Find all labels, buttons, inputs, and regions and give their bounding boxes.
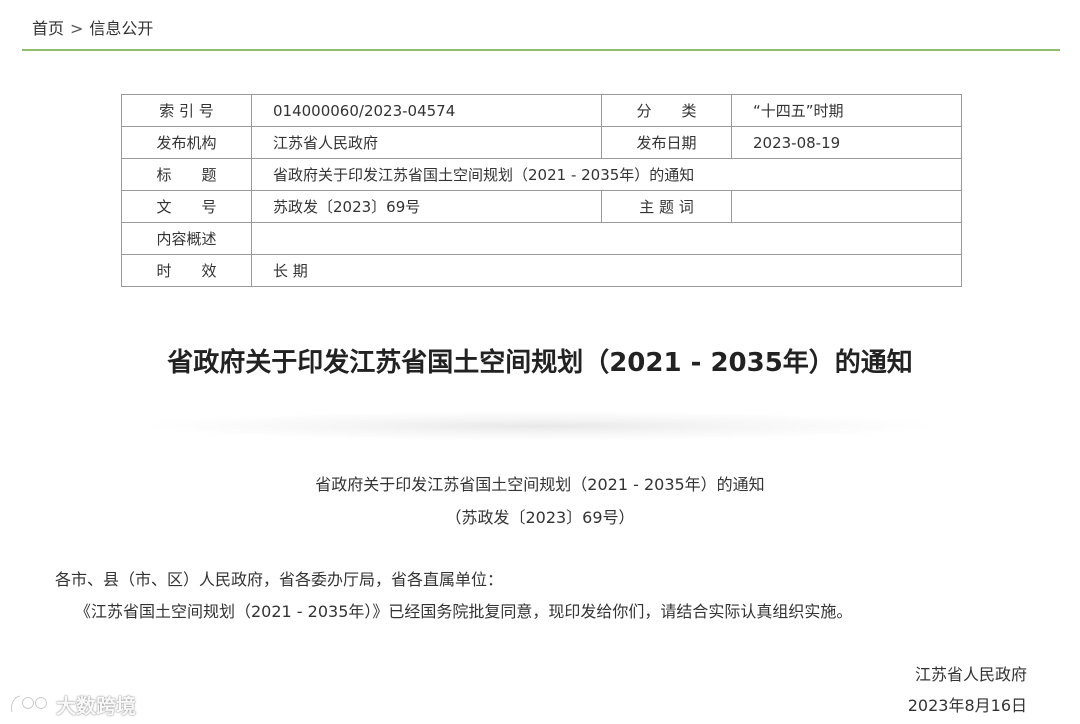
header-divider bbox=[22, 49, 1060, 51]
validity-value: 长 期 bbox=[251, 254, 962, 287]
title-value: 省政府关于印发江苏省国土空间规划（2021 - 2035年）的通知 bbox=[251, 158, 962, 191]
docno-label: 文 号 bbox=[121, 190, 252, 223]
publisher-value: 江苏省人民政府 bbox=[251, 126, 602, 159]
meta-row-summary: 内容概述 bbox=[121, 222, 962, 255]
document-signatory: 江苏省人民政府 bbox=[914, 665, 1027, 684]
date-value: 2023-08-19 bbox=[731, 126, 962, 159]
breadcrumb: 首页 > 信息公开 bbox=[32, 18, 153, 40]
breadcrumb-current-link[interactable]: 信息公开 bbox=[89, 19, 153, 38]
meta-row-docno: 文 号 苏政发〔2023〕69号 主 题 词 bbox=[121, 190, 962, 223]
meta-row-title: 标 题 省政府关于印发江苏省国土空间规划（2021 - 2035年）的通知 bbox=[121, 158, 962, 191]
breadcrumb-home-link[interactable]: 首页 bbox=[32, 19, 64, 38]
category-label: 分 类 bbox=[601, 94, 732, 127]
summary-value bbox=[251, 222, 962, 255]
document-metadata-table: 索 引 号 014000060/2023-04574 分 类 “十四五”时期 发… bbox=[121, 94, 962, 287]
subject-label: 主 题 词 bbox=[601, 190, 732, 223]
document-body-paragraph: 《江苏省国土空间规划（2021 - 2035年）》已经国务院批复同意，现印发给你… bbox=[75, 602, 853, 621]
summary-label: 内容概述 bbox=[121, 222, 252, 255]
subject-value bbox=[731, 190, 962, 223]
validity-label: 时 效 bbox=[121, 254, 252, 287]
watermark: 大数跨境 bbox=[8, 689, 136, 719]
document-salutation: 各市、县（市、区）人民政府，省各委办厅局，省各直属单位： bbox=[55, 570, 504, 589]
meta-row-publisher: 发布机构 江苏省人民政府 发布日期 2023-08-19 bbox=[121, 126, 962, 159]
brand-logo-icon bbox=[10, 694, 48, 714]
breadcrumb-separator: > bbox=[70, 19, 84, 38]
document-sign-date: 2023年8月16日 bbox=[907, 696, 1027, 715]
meta-row-index: 索 引 号 014000060/2023-04574 分 类 “十四五”时期 bbox=[121, 94, 962, 127]
title-label: 标 题 bbox=[121, 158, 252, 191]
page: 首页 > 信息公开 索 引 号 014000060/2023-04574 分 类 “… bbox=[0, 0, 1080, 724]
document-subtitle: 省政府关于印发江苏省国土空间规划（2021 - 2035年）的通知 bbox=[315, 475, 765, 494]
meta-row-validity: 时 效 长 期 bbox=[121, 254, 962, 287]
publisher-label: 发布机构 bbox=[121, 126, 252, 159]
document-title: 省政府关于印发江苏省国土空间规划（2021 - 2035年）的通知 bbox=[167, 348, 913, 378]
category-value: “十四五”时期 bbox=[731, 94, 962, 127]
docno-value: 苏政发〔2023〕69号 bbox=[251, 190, 602, 223]
index-value: 014000060/2023-04574 bbox=[251, 94, 602, 127]
title-shadow-divider bbox=[140, 411, 940, 441]
watermark-text: 大数跨境 bbox=[56, 693, 136, 718]
index-label: 索 引 号 bbox=[121, 94, 252, 127]
date-label: 发布日期 bbox=[601, 126, 732, 159]
document-number: （苏政发〔2023〕69号） bbox=[445, 508, 635, 527]
